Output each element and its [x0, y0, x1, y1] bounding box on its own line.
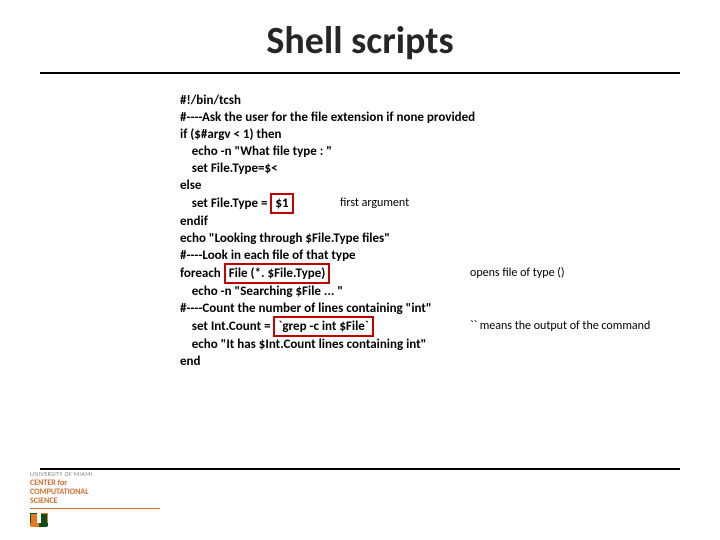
annotation-backtick: `` means the output of the command	[470, 318, 650, 335]
code-line: echo -n "Searching $File ... "	[180, 283, 690, 300]
code-line: #!/bin/tcsh	[180, 92, 690, 109]
code-line: foreach File (*. $File.Type) opens file o…	[180, 264, 690, 283]
code-line: endif	[180, 213, 690, 230]
code-block: #!/bin/tcsh #----Ask the user for the fi…	[180, 92, 690, 370]
highlight-foreach-glob: File (*. $File.Type)	[224, 263, 331, 284]
footer-center-name: CENTER for COMPUTATIONAL SCIENCE	[30, 479, 190, 506]
code-line: #----Look in each file of that type	[180, 247, 690, 264]
footer-rule	[30, 508, 160, 509]
highlight-backtick-cmd: `grep -c int $File`	[273, 316, 373, 337]
code-line: set Int.Count = `grep -c int $File` `` me…	[180, 317, 690, 336]
highlight-first-arg: $1	[270, 193, 293, 214]
code-line: end	[180, 353, 690, 370]
code-line: echo "It has $Int.Count lines containing…	[180, 336, 690, 353]
code-line: set File.Type = $1 first argument	[180, 194, 690, 213]
code-text: foreach	[180, 266, 224, 281]
code-line: #----Ask the user for the file extension…	[180, 109, 690, 126]
footer: UNIVERSITY OF MIAMI CENTER for COMPUTATI…	[30, 470, 190, 532]
title-underline	[40, 72, 680, 74]
code-text: set File.Type =	[180, 196, 270, 211]
um-logo-icon	[30, 513, 48, 527]
footer-center-line: SCIENCE	[30, 496, 57, 506]
code-line: echo "Looking through $File.Type files"	[180, 230, 690, 247]
footer-university: UNIVERSITY OF MIAMI	[30, 470, 190, 478]
code-line: set File.Type=$<	[180, 160, 690, 177]
annotation-first-argument: first argument	[340, 195, 409, 212]
page-title: Shell scripts	[0, 18, 720, 64]
code-line: #----Count the number of lines containin…	[180, 300, 690, 317]
code-line: if ($#argv < 1) then	[180, 126, 690, 143]
code-line: else	[180, 177, 690, 194]
code-text: set Int.Count =	[180, 319, 273, 334]
annotation-opens-file: opens file of type ()	[470, 265, 565, 282]
slide: Shell scripts #!/bin/tcsh #----Ask the u…	[0, 0, 720, 540]
code-line: echo -n "What file type : "	[180, 143, 690, 160]
